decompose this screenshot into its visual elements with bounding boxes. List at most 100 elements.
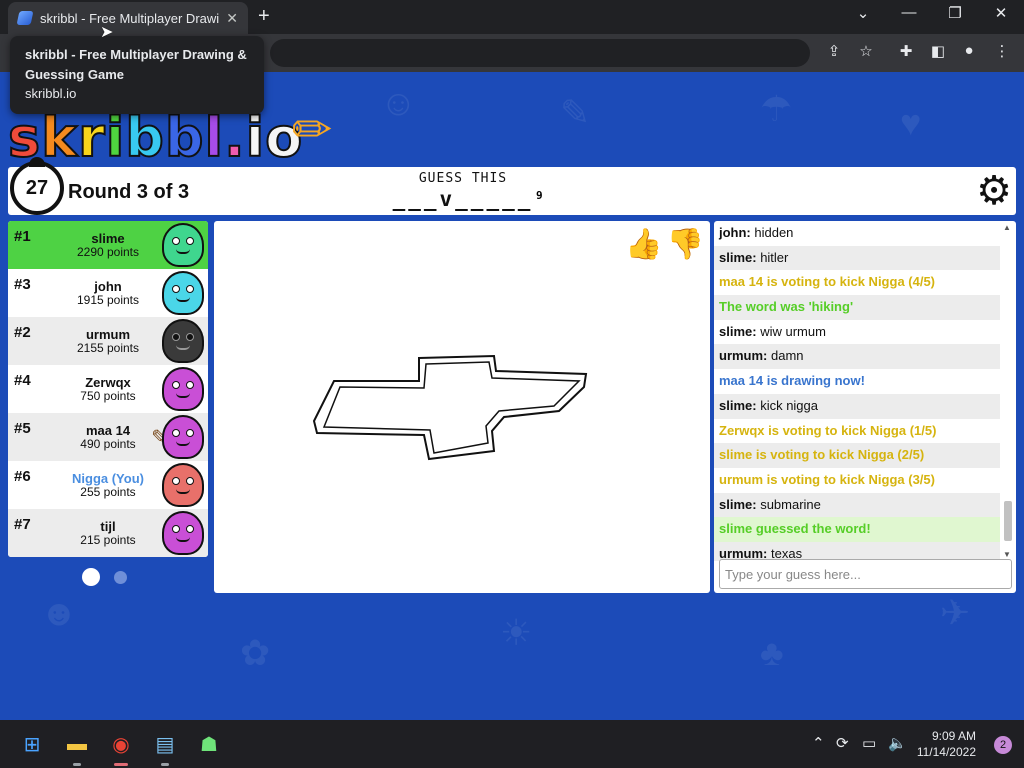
notification-badge[interactable]: 2 [994,736,1012,754]
scroll-down-icon[interactable]: ▼ [1003,550,1011,559]
tooltip-url: skribbl.io [25,86,77,101]
restore-icon[interactable]: ❐ [932,4,978,22]
menu-kebab-icon[interactable]: ⋮ [991,42,1013,60]
chat-text: The word was 'hiking' [719,299,854,315]
chat-message: Zerwqx is voting to kick Nigga (1/5) [714,419,1000,444]
tab-close-icon[interactable]: ✕ [226,10,238,27]
round-indicator: Round 3 of 3 [68,181,190,203]
chat-text: hitler [756,249,789,265]
player-name: slime [91,231,125,246]
settings-gear-icon[interactable]: ⚙ [976,169,1012,213]
player-row[interactable]: #2 urmum 2155 points [8,317,208,365]
chat-username: john: [719,225,751,240]
chat-text: damn [767,348,804,364]
share-icon[interactable]: ⇪ [823,42,845,60]
file-explorer-icon[interactable]: ▬ [61,728,93,766]
player-avatar [162,223,204,267]
tab-hover-tooltip: skribbl - Free Multiplayer Drawing & Gue… [10,36,264,114]
windows-start-icon[interactable]: ⊞ [16,728,48,760]
player-avatar [162,511,204,555]
player-rank: #1 [14,228,31,245]
chat-text: submarine [756,496,821,512]
alarm-bell-icon [29,157,45,167]
windows-taskbar: ⊞ ▬ ◉ ▤ ☗ ⌃ ⟳ ▭ 🔈 9:09 AM 11/14/2022 2 [0,720,1024,768]
player-row[interactable]: #6 Nigga (You) 255 points [8,461,208,509]
profile-icon[interactable]: ● [958,42,980,59]
notepad-icon[interactable]: ▤ [149,728,181,766]
drawing-canvas[interactable]: 👍 👎 [214,221,710,593]
chat-text: kick nigga [756,397,818,413]
browser-tab[interactable]: skribbl - Free Multiplayer Drawing ✕ [8,2,248,34]
alarm-clock-timer: 27 [10,157,64,215]
player-avatar [162,319,204,363]
player-row[interactable]: #4 Zerwqx 750 points [8,365,208,413]
guess-input[interactable] [719,559,1012,589]
clock-time: 9:09 AM [931,729,976,743]
player-list: #1 slime 2290 points #3 john 1915 points… [8,221,208,557]
tab-title: skribbl - Free Multiplayer Drawing [40,10,221,26]
player-row[interactable]: #3 john 1915 points [8,269,208,317]
chat-username: urmum: [719,348,768,364]
volume-icon[interactable]: 🔈 [888,734,907,752]
player-rank: #3 [14,276,31,293]
new-tab-button[interactable]: + [258,5,270,28]
player-row[interactable]: #5 maa 14 490 points ✎ [8,413,208,461]
thumbs-down-icon[interactable]: 👎 [667,227,704,262]
player-points: 750 points [80,389,136,403]
background-doodle-icon: ♥ [900,102,922,143]
scrollbar-thumb[interactable] [1004,501,1012,541]
system-clock[interactable]: 9:09 AM 11/14/2022 [917,728,976,760]
chat-username: slime: [719,323,757,339]
player-row[interactable]: #7 tijl 215 points [8,509,208,557]
logo-pencil-icon: ✏ [292,104,333,157]
player-row[interactable]: #1 slime 2290 points [8,221,208,269]
word-hint: GUESS THIS ___v_____ 9 [368,171,558,211]
sync-icon[interactable]: ⟳ [836,734,849,752]
chat-message: The word was 'hiking' [714,295,1000,320]
vote-buttons: 👍 👎 [625,227,704,262]
network-icon[interactable]: ▭ [862,734,876,752]
chat-message: slime: kick nigga [714,393,1000,419]
game-topbar: 27 Round 3 of 3 GUESS THIS ___v_____ 9 ⚙ [8,157,1016,215]
bookmark-star-icon[interactable]: ☆ [855,42,877,60]
player-rank: #2 [14,324,31,341]
player-name: urmum [85,327,131,342]
word-length: 9 [536,189,543,202]
player-rank: #4 [14,372,31,389]
background-doodle-icon: ✈ [940,592,971,633]
player-rank: #5 [14,420,31,437]
skribbl-logo: skribbl.io [7,105,304,170]
background-doodle-icon: ☻ [40,592,78,633]
skribbl-favicon-icon [16,11,34,25]
background-doodle-icon: ♣ [760,632,784,673]
player-rank: #6 [14,468,31,485]
thumbs-up-icon[interactable]: 👍 [625,227,662,262]
chrome-icon[interactable]: ◉ [105,728,137,766]
chat-text: hidden [750,225,794,240]
chat-username: slime: [719,249,757,265]
game-app-icon[interactable]: ☗ [193,728,225,760]
tray-chevron-up-icon[interactable]: ⌃ [812,734,825,752]
chat-username: slime: [719,397,757,413]
player-points: 1915 points [76,293,140,307]
close-window-icon[interactable]: ✕ [978,4,1024,22]
player-points: 255 points [80,485,136,499]
scroll-up-icon[interactable]: ▲ [1003,223,1011,232]
omnibox[interactable] [270,39,810,67]
chat-text: urmum is voting to kick Nigga (3/5) [719,471,935,487]
page-dot-active[interactable] [82,568,100,586]
background-doodle-icon: ☺ [380,82,417,123]
page-dot[interactable] [114,570,127,584]
extensions-puzzle-icon[interactable]: ✚ [895,42,917,60]
chat-scrollbar[interactable]: ▲ ▼ [1002,223,1014,559]
drawing-svg [312,354,588,461]
side-panel-icon[interactable]: ◧ [927,42,949,60]
minimize-icon[interactable]: — [886,4,932,21]
chat-username: slime: [719,496,757,512]
chat-message: urmum is voting to kick Nigga (3/5) [714,468,1000,493]
background-doodle-icon: ☀ [500,612,533,653]
chat-messages: john: hidden slime: hitler maa 14 is votin… [714,221,1000,561]
player-avatar [162,415,204,459]
tab-search-chevron-icon[interactable]: ⌄ [840,4,886,22]
player-name: Zerwqx [85,375,131,390]
